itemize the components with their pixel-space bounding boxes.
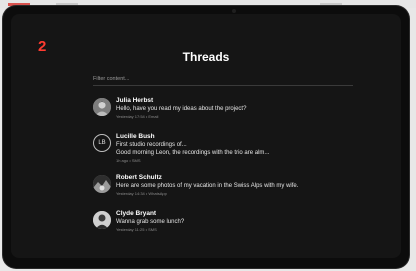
thread-meta: Yesterday 14:34 • WhatsApp [116, 191, 167, 196]
thread-sender: Robert Schultz [116, 174, 162, 181]
avatar-initials-lucille-bush: LB [93, 134, 111, 152]
page-title: Threads [182, 50, 230, 64]
thread-sender: Lucille Bush [116, 133, 155, 140]
filter-input[interactable] [93, 72, 353, 86]
avatar-photo-icon [93, 175, 111, 193]
tablet-device-frame: 2 Threads Julia Herbst Hello, have you r… [3, 6, 409, 268]
thread-item-julia-herbst[interactable]: Julia Herbst Hello, have you read my ide… [93, 96, 373, 132]
thread-meta: Yesterday 17:54 • Email [116, 114, 159, 119]
thread-list: Julia Herbst Hello, have you read my ide… [93, 96, 373, 245]
thread-sender: Julia Herbst [116, 97, 154, 104]
thread-preview: Hello, have you read my ideas about the … [116, 106, 247, 112]
thread-preview: Good morning Leon, the recordings with t… [116, 150, 270, 156]
thread-sender: Clyde Bryant [116, 210, 157, 217]
avatar-photo-icon [93, 211, 111, 229]
thread-preview: Wanna grab some lunch? [116, 219, 185, 225]
thread-meta: Yesterday 11:25 • SMS [116, 227, 157, 232]
avatar-photo-icon [93, 98, 111, 116]
tablet-screen: 2 Threads Julia Herbst Hello, have you r… [11, 14, 401, 258]
avatar-robert-schultz [93, 175, 111, 193]
thread-item-robert-schultz[interactable]: Robert Schultz Here are some photos of m… [93, 173, 373, 209]
thread-item-lucille-bush[interactable]: LB Lucille Bush First studio recordings … [93, 132, 373, 173]
thread-meta: 1h ago • SMS [116, 158, 141, 163]
thread-item-clyde-bryant[interactable]: Clyde Bryant Wanna grab some lunch? Yest… [93, 209, 373, 245]
thread-preview: Here are some photos of my vacation in t… [116, 183, 299, 189]
thread-subject: First studio recordings of... [116, 142, 187, 148]
front-camera-icon [232, 9, 236, 13]
avatar-clyde-bryant [93, 211, 111, 229]
avatar-julia-herbst [93, 98, 111, 116]
